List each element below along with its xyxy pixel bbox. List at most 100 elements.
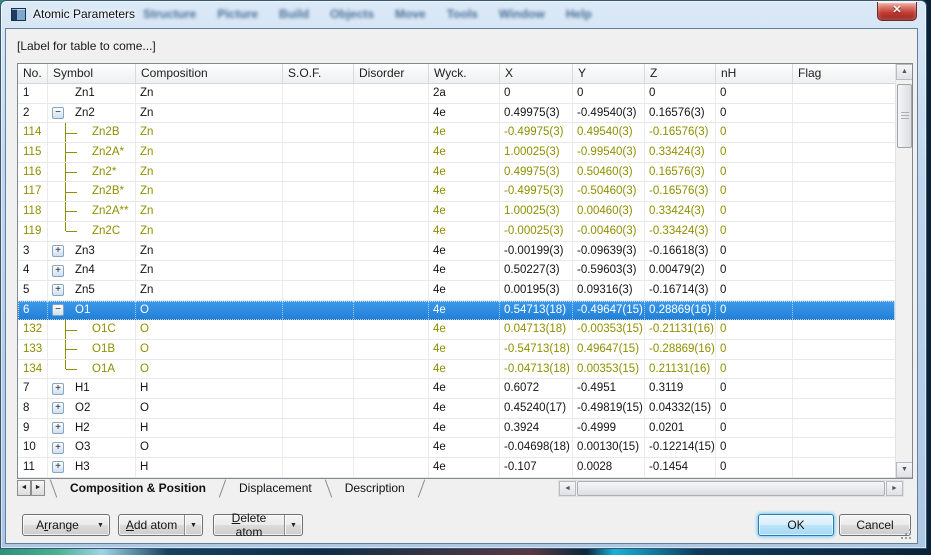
- column-header-disorder[interactable]: Disorder: [354, 64, 429, 83]
- cell-composition: Zn: [136, 143, 283, 162]
- vertical-scrollbar[interactable]: ▲ ▼: [895, 64, 912, 478]
- column-header-no[interactable]: No.: [18, 64, 48, 83]
- cell-composition: Zn: [136, 123, 283, 142]
- cell-symbol: Zn2*: [48, 163, 136, 182]
- resize-grip[interactable]: [900, 528, 912, 540]
- dropdown-arrow-icon[interactable]: ▼: [185, 522, 202, 529]
- table-row[interactable]: 5+Zn5Zn4e0.00195(3)0.09316(3)-0.16714(3)…: [18, 281, 895, 301]
- menu-item-move: Move: [395, 7, 426, 21]
- cell-disorder: [354, 84, 429, 103]
- cell-y: 0.00460(3): [573, 202, 645, 221]
- expand-toggle-expand-icon[interactable]: +: [52, 422, 64, 434]
- cell-nh: 0: [716, 281, 793, 300]
- cell-x: -0.00025(3): [500, 222, 573, 241]
- expand-toggle-expand-icon[interactable]: +: [52, 284, 64, 296]
- table-row[interactable]: 3+Zn3Zn4e-0.00199(3)-0.09639(3)-0.16618(…: [18, 242, 895, 262]
- table-row[interactable]: 133O1BO4e-0.54713(18)0.49647(15)-0.28869…: [18, 340, 895, 360]
- close-button[interactable]: ✕: [877, 2, 917, 21]
- delete-atom-button[interactable]: Delete atom▼: [213, 514, 303, 536]
- horizontal-scrollbar[interactable]: ◄ ►: [558, 480, 904, 497]
- table-row[interactable]: 118Zn2A**Zn4e1.00025(3)0.00460(3)0.33424…: [18, 202, 895, 222]
- table-row[interactable]: 119Zn2CZn4e-0.00025(3)-0.00460(3)-0.3342…: [18, 222, 895, 242]
- table-row[interactable]: 8+O2O4e0.45240(17)-0.49819(15)0.04332(15…: [18, 399, 895, 419]
- scroll-right-button[interactable]: ►: [886, 481, 903, 496]
- symbol-label: Zn2A*: [92, 143, 124, 161]
- expand-toggle-expand-icon[interactable]: +: [52, 442, 64, 454]
- cell-wyck: 4e: [429, 340, 500, 359]
- cell-z: -0.16714(3): [645, 281, 716, 300]
- expand-toggle-expand-icon[interactable]: +: [52, 402, 64, 414]
- expand-toggle-expand-icon[interactable]: +: [52, 265, 64, 277]
- tree-branch-icon: [65, 123, 79, 142]
- dropdown-arrow-icon[interactable]: ▼: [92, 522, 109, 529]
- vertical-scrollbar-thumb[interactable]: [897, 84, 912, 148]
- tab-description[interactable]: Description: [331, 479, 419, 498]
- cell-x: 1.00025(3): [500, 202, 573, 221]
- scroll-right-icon: ►: [891, 485, 898, 492]
- expand-toggle-expand-icon[interactable]: +: [52, 245, 64, 257]
- tab-displacement[interactable]: Displacement: [225, 479, 326, 498]
- column-header-nh[interactable]: nH: [716, 64, 793, 83]
- table-row[interactable]: 117Zn2B*Zn4e-0.49975(3)-0.50460(3)-0.165…: [18, 182, 895, 202]
- table-row[interactable]: 116Zn2*Zn4e0.49975(3)0.50460(3)0.16576(3…: [18, 163, 895, 183]
- cell-z: 0.16576(3): [645, 104, 716, 123]
- column-header-y[interactable]: Y: [573, 64, 645, 83]
- ok-button[interactable]: OK: [758, 514, 834, 536]
- expand-toggle-collapse-icon[interactable]: −: [52, 304, 64, 316]
- tab-bar-zone: ◄ ► Composition & Position Displacement De…: [17, 479, 424, 498]
- menu-item-tools: Tools: [447, 7, 478, 21]
- tab-composition-position[interactable]: Composition & Position: [56, 479, 220, 498]
- cell-symbol: +H1: [48, 379, 136, 398]
- cell-disorder: [354, 163, 429, 182]
- table-row[interactable]: 115Zn2A*Zn4e1.00025(3)-0.99540(3)0.33424…: [18, 143, 895, 163]
- tree-branch-icon: [65, 182, 79, 201]
- cell-composition: H: [136, 419, 283, 438]
- table-row[interactable]: 2−Zn2Zn4e0.49975(3)-0.49540(3)0.16576(3)…: [18, 104, 895, 124]
- horizontal-scrollbar-thumb[interactable]: [577, 481, 885, 496]
- title-bar[interactable]: StructurePictureBuildObjectsMoveToolsWin…: [1, 1, 926, 28]
- tab-scroll-left-button[interactable]: ◄: [17, 480, 31, 496]
- table-row[interactable]: 4+Zn4Zn4e0.50227(3)-0.59603(3)0.00479(2)…: [18, 261, 895, 281]
- table-row[interactable]: 10+O3O4e-0.04698(18)0.00130(15)-0.12214(…: [18, 438, 895, 458]
- column-header-z[interactable]: Z: [645, 64, 716, 83]
- scroll-down-button[interactable]: ▼: [896, 462, 913, 478]
- table-row[interactable]: 132O1CO4e0.04713(18)-0.00353(15)-0.21131…: [18, 320, 895, 340]
- column-header-wyck[interactable]: Wyck.: [429, 64, 500, 83]
- expand-toggle-expand-icon[interactable]: +: [52, 383, 64, 395]
- close-icon: ✕: [892, 4, 901, 16]
- cell-disorder: [354, 202, 429, 221]
- table-row[interactable]: 1Zn1Zn2a0000: [18, 84, 895, 104]
- cell-x: -0.49975(3): [500, 182, 573, 201]
- cell-wyck: 4e: [429, 399, 500, 418]
- column-header-symbol[interactable]: Symbol: [48, 64, 136, 83]
- cell-x: 0.50227(3): [500, 261, 573, 280]
- table-row[interactable]: 11+H3H4e-0.1070.0028-0.14540: [18, 458, 895, 478]
- table-row[interactable]: 114Zn2BZn4e-0.49975(3)0.49540(3)-0.16576…: [18, 123, 895, 143]
- cell-wyck: 4e: [429, 458, 500, 477]
- scroll-up-button[interactable]: ▲: [896, 64, 913, 80]
- table-row[interactable]: 7+H1H4e0.6072-0.49510.31190: [18, 379, 895, 399]
- scroll-left-button[interactable]: ◄: [559, 481, 576, 496]
- arrange-button[interactable]: Arrange▼: [22, 514, 110, 536]
- tab-scroll-right-button[interactable]: ►: [31, 480, 45, 496]
- column-header-composition[interactable]: Composition: [136, 64, 283, 83]
- cell-symbol: +O2: [48, 399, 136, 418]
- expand-toggle-collapse-icon[interactable]: −: [52, 107, 64, 119]
- table-row[interactable]: 9+H2H4e0.3924-0.49990.02010: [18, 419, 895, 439]
- cell-flag: [793, 104, 895, 123]
- column-header-x[interactable]: X: [500, 64, 573, 83]
- cell-composition: O: [136, 320, 283, 339]
- cell-flag: [793, 281, 895, 300]
- expand-toggle-expand-icon[interactable]: +: [52, 461, 64, 473]
- cell-nh: 0: [716, 419, 793, 438]
- dropdown-arrow-icon[interactable]: ▼: [285, 522, 302, 529]
- add-atom-button[interactable]: Add atom▼: [118, 514, 203, 536]
- tree-branch-icon: [65, 163, 79, 182]
- table-row[interactable]: 6−O1O4e0.54713(18)-0.49647(15)0.28869(16…: [18, 301, 895, 321]
- column-header-flag[interactable]: Flag: [793, 64, 895, 83]
- cell-nh: 0: [716, 242, 793, 261]
- cell-x: 0.3924: [500, 419, 573, 438]
- table-row[interactable]: 134O1AO4e-0.04713(18)0.00353(15)0.21131(…: [18, 360, 895, 380]
- column-header-s-o-f[interactable]: S.O.F.: [283, 64, 354, 83]
- cell-y: -0.00353(15): [573, 320, 645, 339]
